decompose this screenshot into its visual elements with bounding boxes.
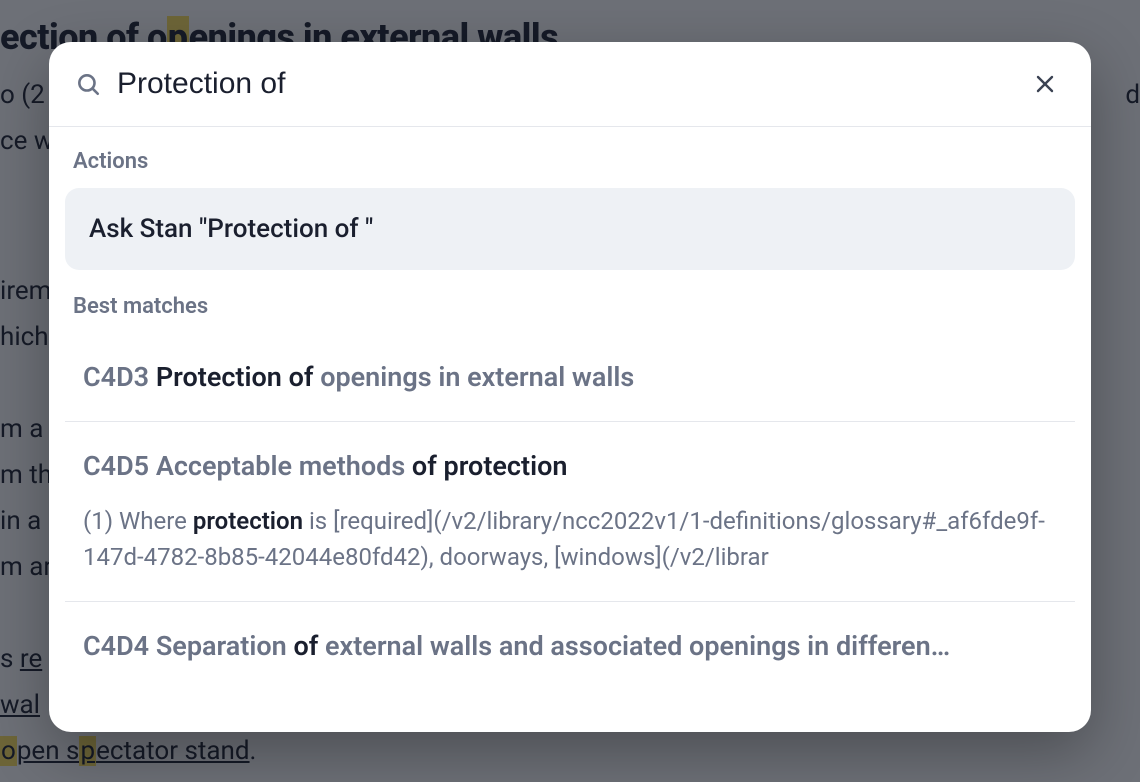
ask-stan-label: Ask Stan "Protection of " [89,214,373,244]
results-panel: Actions Ask Stan "Protection of " Best m… [49,127,1091,732]
search-bar [49,42,1091,127]
close-icon [1033,72,1057,96]
match-excerpt: (1) Where protection is [required](/v2/l… [83,503,1057,575]
match-title: C4D3 Protection of openings in external … [83,359,1057,395]
ask-stan-action[interactable]: Ask Stan "Protection of " [65,188,1075,270]
close-button[interactable] [1025,64,1065,104]
match-title: C4D4 Separation of external walls and as… [83,628,1057,664]
match-title: C4D5 Acceptable methods of protection [83,448,1057,484]
search-modal: Actions Ask Stan "Protection of " Best m… [49,42,1091,732]
search-icon [69,71,107,97]
best-matches-section-label: Best matches [65,290,1075,333]
match-result[interactable]: C4D4 Separation of external walls and as… [65,602,1075,670]
match-list: C4D3 Protection of openings in external … [65,333,1075,670]
match-result[interactable]: C4D3 Protection of openings in external … [65,333,1075,422]
search-input[interactable] [107,67,1025,101]
match-result[interactable]: C4D5 Acceptable methods of protection (1… [65,422,1075,601]
actions-section-label: Actions [65,145,1075,188]
